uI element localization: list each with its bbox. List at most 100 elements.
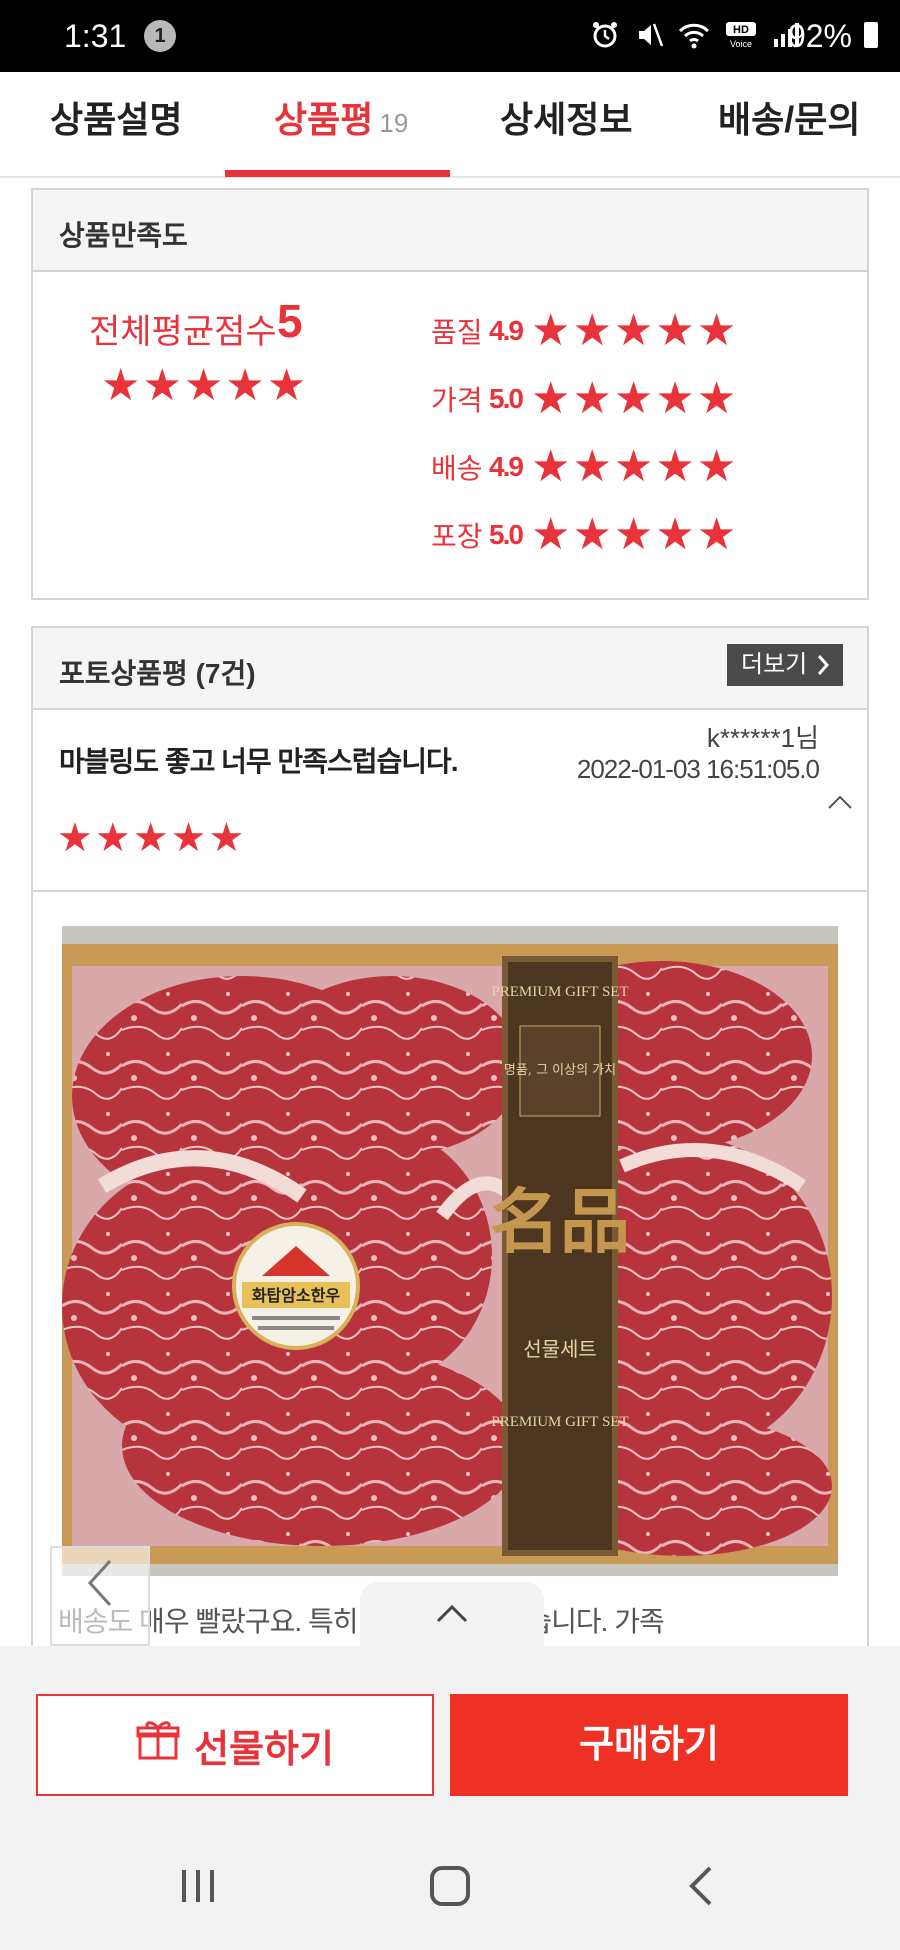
star-icon: ★ [183, 361, 224, 410]
review-user: k******1님 [706, 723, 819, 753]
rating-label: 품질 [431, 317, 483, 348]
satisfaction-title: 상품만족도 [59, 220, 188, 251]
star-icon: ★ [531, 306, 571, 355]
star-icon: ★ [655, 306, 695, 355]
rating-stars: ★ ★ ★ ★ ★ [531, 445, 736, 489]
alarm-icon [590, 20, 620, 55]
prev-photo-button[interactable] [50, 1546, 150, 1646]
wifi-icon [678, 21, 710, 54]
tab-label: 배송/문의 [718, 99, 861, 140]
status-bar: 1:31 1 HD Voice 92% [0, 0, 900, 72]
star-icon: ★ [613, 374, 654, 423]
mute-icon [634, 20, 664, 55]
battery-percent: 92% [787, 18, 852, 54]
star-icon: ★ [572, 374, 612, 423]
star-icon: ★ [696, 442, 737, 491]
review-text: 마블링도 좋고 너무 만족스럽습니다. [59, 746, 459, 777]
tab-details[interactable]: 상세정보 [500, 72, 632, 178]
box-top-label: PREMIUM GIFT SET [491, 984, 628, 1000]
star-icon: ★ [94, 816, 131, 860]
tab-label: 상품설명 [50, 99, 183, 140]
system-nav-bar [0, 1826, 900, 1950]
star-icon: ★ [57, 816, 93, 860]
buy-label: 구매하기 [579, 1724, 719, 1766]
scroll-top-button[interactable] [360, 1582, 544, 1652]
active-tab-indicator [225, 170, 450, 177]
rating-stars: ★ ★ ★ ★ ★ [531, 513, 736, 557]
star-icon: ★ [266, 361, 307, 410]
rating-score: 4.9 [489, 315, 524, 346]
rating-delivery: 배송 4.9 ★ ★ ★ ★ ★ [431, 442, 736, 492]
box-main-label: 名品 [490, 1180, 630, 1263]
star-icon: ★ [208, 816, 245, 860]
rating-score: 5.0 [489, 519, 524, 550]
rating-stars: ★ ★ ★ ★ ★ [531, 377, 736, 421]
gift-button[interactable]: 선물하기 [36, 1694, 434, 1796]
recent-apps-icon[interactable] [158, 1856, 238, 1916]
home-icon[interactable] [410, 1856, 490, 1916]
sticker-title: 화탑암소한우 [252, 1286, 341, 1305]
star-icon: ★ [655, 442, 695, 491]
star-icon: ★ [613, 442, 654, 491]
rating-score: 4.9 [489, 451, 524, 482]
star-icon: ★ [655, 374, 695, 423]
box-slogan: 명품, 그 이상의 가치 [504, 1063, 616, 1078]
overall-score: 5 [277, 295, 303, 347]
rating-label: 배송 [431, 453, 483, 484]
star-icon: ★ [572, 510, 612, 559]
tab-label: 상품평 [274, 99, 374, 140]
star-icon: ★ [572, 306, 612, 355]
review-count: 19 [379, 108, 409, 138]
tab-bar: 상품설명 상품평 19 상세정보 배송/문의 [0, 72, 900, 178]
star-icon: ★ [613, 510, 654, 559]
star-icon: ★ [531, 510, 571, 559]
star-icon: ★ [170, 816, 207, 860]
box-sub-label: 선물세트 [523, 1337, 597, 1361]
star-icon: ★ [142, 361, 182, 410]
satisfaction-body: 전체평균점수 5 ★ ★ ★ ★ ★ 품질 4.9 ★ ★ ★ ★ ★ 가격 5.0 [33, 272, 867, 598]
review-item[interactable]: 마블링도 좋고 너무 만족스럽습니다. k******1님 2022-01-03… [33, 710, 867, 892]
overall-label: 전체평균점수 [89, 313, 277, 351]
notification-badge: 1 [144, 20, 176, 52]
star-icon: ★ [572, 442, 612, 491]
rating-score: 5.0 [489, 383, 524, 414]
star-icon: ★ [613, 306, 654, 355]
back-icon[interactable] [662, 1856, 742, 1916]
gift-label: 선물하기 [194, 1728, 334, 1771]
review-photo[interactable]: PREMIUM GIFT SET 명품, 그 이상의 가치 名品 선물세트 PR… [62, 926, 838, 1576]
star-icon: ★ [696, 374, 737, 423]
rating-price: 가격 5.0 ★ ★ ★ ★ ★ [431, 374, 736, 424]
gift-icon [136, 1718, 180, 1772]
rating-packaging: 포장 5.0 ★ ★ ★ ★ ★ [431, 510, 736, 560]
overall-stars: ★ ★ ★ ★ ★ [101, 364, 306, 408]
rating-quality: 품질 4.9 ★ ★ ★ ★ ★ [431, 306, 736, 356]
tab-reviews[interactable]: 상품평 19 [274, 72, 408, 178]
chevron-right-icon [815, 644, 831, 700]
tab-label: 상세정보 [500, 99, 633, 140]
star-icon: ★ [531, 374, 571, 423]
page: 1:31 1 HD Voice 92% 상품설명 상품평 19 상세정보 배송/… [0, 0, 900, 1950]
photo-review-title: 포토상품평 (7건) [59, 658, 256, 689]
status-icons: HD Voice [590, 20, 800, 55]
tab-shipping-inquiry[interactable]: 배송/문의 [718, 72, 860, 178]
collapse-icon[interactable] [825, 788, 855, 819]
box-bottom-label: PREMIUM GIFT SET [491, 1414, 628, 1430]
status-time: 1:31 [64, 18, 127, 54]
review-date: 2022-01-03 16:51:05.0 [576, 754, 820, 784]
rating-stars: ★ ★ ★ ★ ★ [531, 309, 736, 353]
satisfaction-panel: 상품만족도 전체평균점수 5 ★ ★ ★ ★ ★ 품질 4.9 ★ ★ ★ ★ ★ 가격… [31, 188, 869, 600]
tab-product-description[interactable]: 상품설명 [50, 72, 182, 178]
svg-text:Voice: Voice [730, 39, 752, 49]
chevron-up-icon [432, 1596, 472, 1637]
photo-review-header: 포토상품평 (7건) 더보기 [33, 628, 867, 710]
review-stars: ★ ★ ★ ★ ★ [57, 818, 244, 858]
battery-icon [864, 22, 878, 48]
more-label: 더보기 [741, 651, 808, 678]
bottom-action-bar: 선물하기 구매하기 [0, 1646, 900, 1826]
more-button[interactable]: 더보기 [727, 644, 843, 686]
rating-label: 가격 [431, 385, 483, 416]
star-icon: ★ [655, 510, 695, 559]
hd-voice-icon: HD Voice [724, 20, 758, 55]
buy-button[interactable]: 구매하기 [450, 1694, 848, 1796]
star-icon: ★ [132, 816, 169, 860]
